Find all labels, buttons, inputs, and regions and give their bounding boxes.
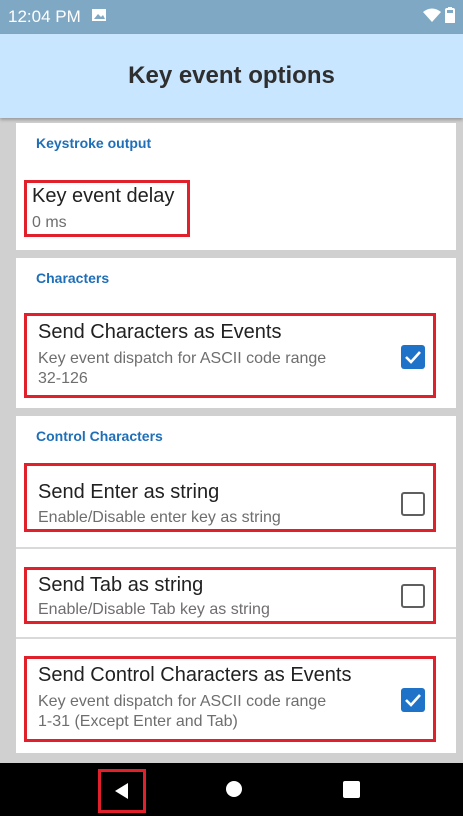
- divider: [16, 637, 456, 639]
- key-event-delay-title: Key event delay: [32, 185, 175, 207]
- recents-icon: [342, 780, 360, 798]
- back-icon: [115, 783, 128, 799]
- send-enter-summary: Enable/Disable enter key as string: [38, 509, 281, 526]
- control-characters-card: Control Characters Send Enter as string …: [16, 416, 456, 753]
- send-control-summary-line2: 1-31 (Except Enter and Tab): [38, 713, 238, 730]
- section-header-characters: Characters: [36, 270, 110, 286]
- divider: [16, 547, 456, 549]
- send-control-title: Send Control Characters as Events: [38, 664, 352, 686]
- send-characters-title: Send Characters as Events: [38, 321, 282, 343]
- characters-card: Characters Send Characters as Events Key…: [16, 258, 456, 408]
- send-tab-as-string-item[interactable]: Send Tab as string Enable/Disable Tab ke…: [24, 567, 436, 624]
- send-enter-as-string-item[interactable]: Send Enter as string Enable/Disable ente…: [24, 463, 436, 532]
- home-icon: [226, 781, 242, 797]
- recents-button[interactable]: [339, 777, 363, 801]
- send-characters-checkbox[interactable]: [401, 345, 425, 369]
- keystroke-output-card: Keystroke output Key event delay 0 ms: [16, 123, 456, 250]
- send-tab-summary: Enable/Disable Tab key as string: [38, 601, 270, 618]
- image-notification-icon: [91, 7, 107, 28]
- send-characters-summary-line1: Key event dispatch for ASCII code range: [38, 350, 327, 367]
- battery-icon: [445, 6, 455, 28]
- send-control-characters-item[interactable]: Send Control Characters as Events Key ev…: [24, 656, 436, 742]
- app-bar: Key event options: [0, 34, 463, 118]
- home-button[interactable]: [222, 777, 246, 801]
- send-control-checkbox[interactable]: [401, 688, 425, 712]
- checkmark-icon: [405, 694, 421, 707]
- send-tab-checkbox[interactable]: [401, 584, 425, 608]
- send-enter-title: Send Enter as string: [38, 481, 220, 503]
- wifi-icon: [423, 8, 441, 27]
- send-characters-as-events-item[interactable]: Send Characters as Events Key event disp…: [24, 313, 436, 398]
- section-header-control-characters: Control Characters: [36, 428, 163, 444]
- send-control-summary-line1: Key event dispatch for ASCII code range: [38, 693, 327, 710]
- send-enter-checkbox[interactable]: [401, 492, 425, 516]
- back-button[interactable]: [98, 769, 146, 813]
- navigation-bar: [0, 763, 463, 816]
- status-bar: 12:04 PM: [0, 0, 463, 34]
- checkmark-icon: [405, 351, 421, 364]
- status-time: 12:04 PM: [8, 7, 81, 26]
- send-tab-title: Send Tab as string: [38, 574, 204, 596]
- page-title: Key event options: [128, 62, 335, 89]
- send-characters-summary-line2: 32-126: [38, 370, 88, 387]
- key-event-delay-item[interactable]: Key event delay 0 ms: [24, 180, 190, 237]
- section-header-keystroke-output: Keystroke output: [36, 135, 152, 151]
- key-event-delay-value: 0 ms: [32, 214, 67, 231]
